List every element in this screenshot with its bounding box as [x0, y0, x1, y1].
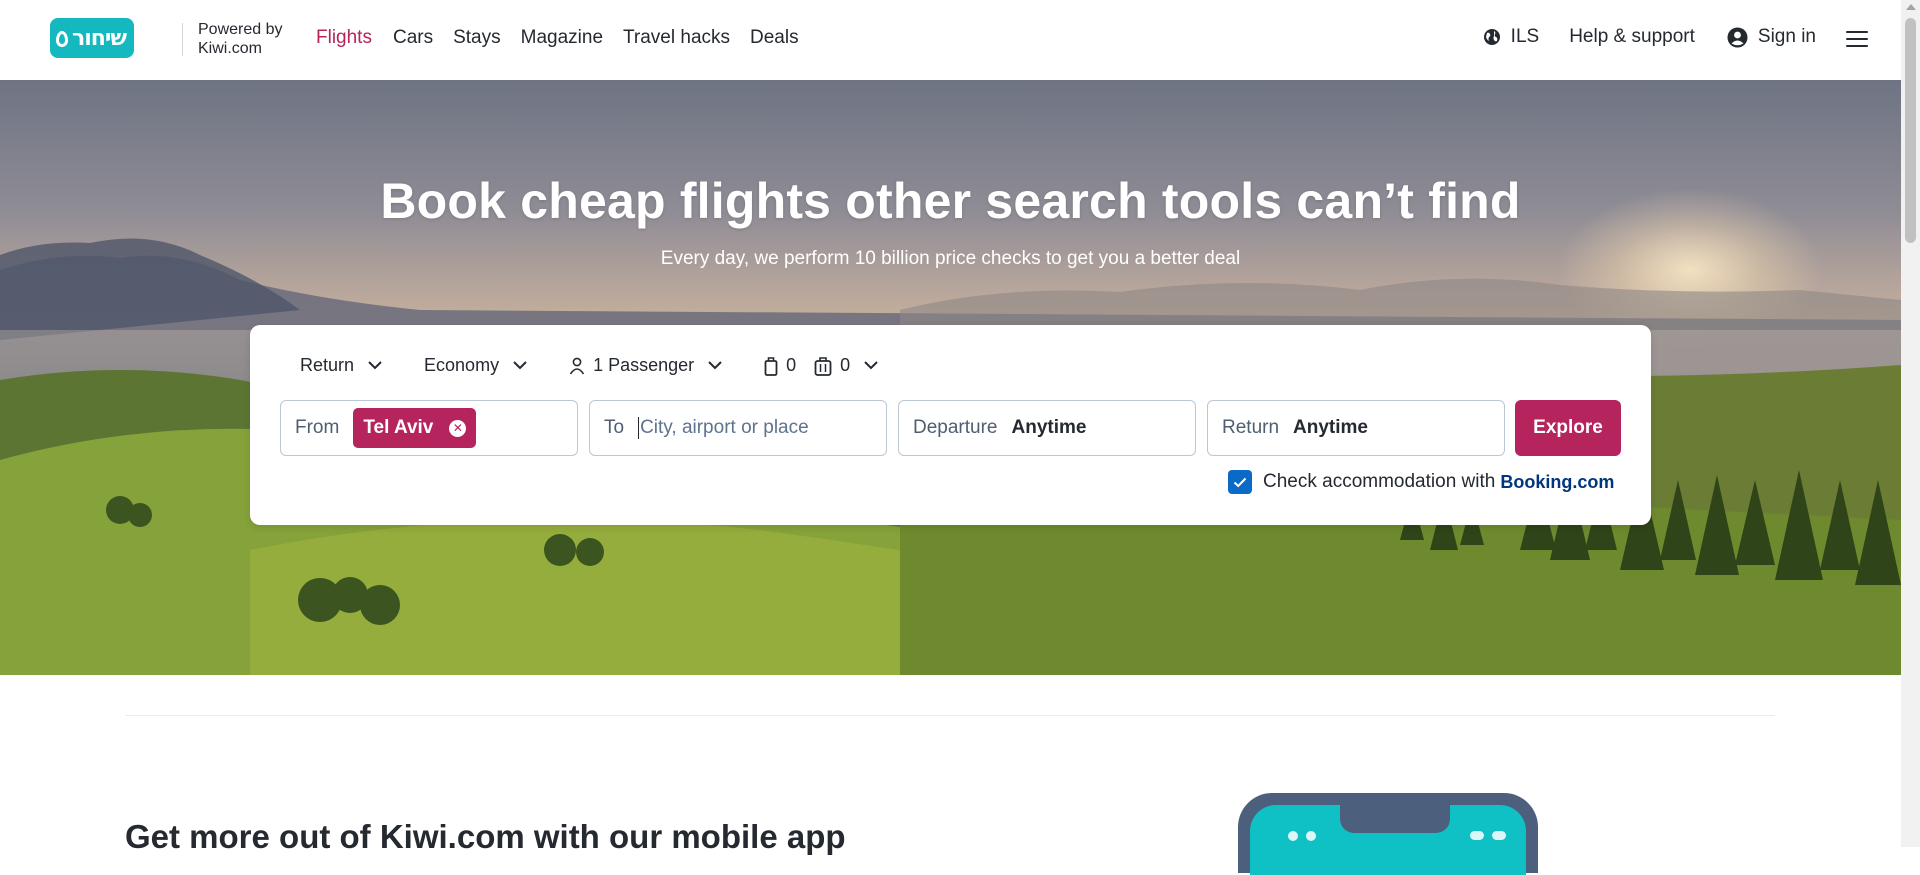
return-value: Anytime: [1293, 417, 1368, 438]
help-support-link[interactable]: Help & support: [1569, 26, 1695, 48]
nav-stays[interactable]: Stays: [453, 27, 501, 49]
cabin-bag-count: 0: [764, 355, 796, 376]
cabin-class-label: Economy: [424, 355, 500, 375]
nav-flights[interactable]: Flights: [316, 27, 372, 49]
globe-icon: [1483, 29, 1500, 45]
cabin-bag-value: 0: [786, 355, 797, 375]
from-field[interactable]: From Tel Aviv ✕: [280, 400, 578, 456]
scroll-up-arrow-icon[interactable]: [1906, 4, 1916, 10]
accommodation-option: Check accommodation with Booking.com: [1228, 470, 1614, 494]
phone-dot: [1288, 831, 1298, 841]
accommodation-text: Check accommodation with: [1263, 471, 1496, 492]
section-divider: [125, 715, 1775, 716]
trip-type-dropdown[interactable]: Return: [300, 355, 382, 376]
nav-travel-hacks[interactable]: Travel hacks: [623, 27, 730, 49]
account-icon: [1727, 27, 1748, 47]
phone-dot: [1306, 831, 1316, 841]
hero-title: Book cheap flights other search tools ca…: [380, 173, 1521, 229]
chevron-down-icon: [864, 361, 878, 370]
help-label: Help & support: [1569, 26, 1695, 47]
to-field[interactable]: To City, airport or place: [589, 400, 887, 456]
search-options-row: Return Economy 1 Passenger 0 0: [300, 355, 878, 376]
hamburger-menu-icon[interactable]: [1846, 31, 1868, 49]
return-field[interactable]: Return Anytime: [1207, 400, 1505, 456]
bags-dropdown[interactable]: 0 0: [764, 355, 878, 376]
to-label: To: [604, 417, 625, 438]
right-nav: ILS Help & support Sign in: [1483, 26, 1816, 48]
currency-label: ILS: [1510, 26, 1540, 47]
powered-by-brand: Kiwi.com: [198, 40, 263, 57]
from-label: From: [295, 417, 340, 438]
cabin-class-dropdown[interactable]: Economy: [424, 355, 527, 376]
to-input-placeholder[interactable]: City, airport or place: [640, 417, 809, 439]
text-cursor: [638, 417, 640, 439]
explore-button[interactable]: Explore: [1515, 400, 1621, 456]
from-location-value: Tel Aviv: [363, 417, 434, 438]
chevron-down-icon: [368, 361, 382, 370]
nav-magazine[interactable]: Magazine: [521, 27, 603, 49]
logo-divider: [182, 23, 183, 56]
powered-by-label: Powered by: [198, 21, 283, 38]
phone-notch: [1340, 805, 1450, 833]
nav-cars[interactable]: Cars: [393, 27, 433, 49]
checked-bag-value: 0: [840, 355, 851, 375]
person-icon: [569, 357, 585, 374]
passengers-dropdown[interactable]: 1 Passenger: [569, 355, 722, 376]
chevron-down-icon: [708, 361, 722, 370]
phone-screen: [1250, 805, 1526, 875]
from-location-chip[interactable]: Tel Aviv ✕: [353, 408, 477, 448]
trip-type-label: Return: [300, 355, 355, 375]
nav-deals[interactable]: Deals: [750, 27, 799, 49]
accommodation-checkbox[interactable]: [1228, 470, 1252, 494]
sign-in-button[interactable]: Sign in: [1727, 26, 1816, 48]
departure-label: Departure: [913, 417, 998, 438]
checked-bag-count: 0: [814, 355, 850, 376]
top-navigation-bar: שיחור Powered by Kiwi.com Flights Cars S…: [0, 0, 1901, 80]
logo-drop-icon: [56, 31, 68, 47]
phone-illustration: [1238, 793, 1538, 875]
phone-pill: [1470, 831, 1484, 840]
checkmark-icon: [1233, 477, 1247, 487]
phone-pill: [1492, 831, 1506, 840]
hero-subtitle: Every day, we perform 10 billion price c…: [660, 248, 1241, 269]
cabin-bag-icon: [764, 356, 778, 376]
shichur-logo[interactable]: שיחור: [50, 18, 134, 58]
sign-in-label: Sign in: [1757, 26, 1816, 47]
passengers-label: 1 Passenger: [593, 355, 695, 375]
logo-text: שיחור: [71, 25, 127, 51]
search-form-card: Return Economy 1 Passenger 0 0 From Tel …: [250, 325, 1651, 525]
mobile-app-heading: Get more out of Kiwi.com with our mobile…: [125, 818, 846, 855]
remove-location-icon[interactable]: ✕: [449, 419, 467, 437]
main-nav: Flights Cars Stays Magazine Travel hacks…: [316, 27, 819, 49]
departure-field[interactable]: Departure Anytime: [898, 400, 1196, 456]
powered-by-kiwi: Powered by Kiwi.com: [198, 20, 283, 58]
page-scrollbar[interactable]: [1901, 0, 1920, 847]
return-label: Return: [1222, 417, 1280, 438]
scroll-thumb[interactable]: [1905, 18, 1916, 243]
chevron-down-icon: [513, 361, 527, 370]
booking-com-logo[interactable]: Booking.com: [1500, 472, 1614, 493]
checked-bag-icon: [814, 356, 832, 376]
currency-selector[interactable]: ILS: [1483, 26, 1540, 48]
departure-value: Anytime: [1011, 417, 1087, 438]
